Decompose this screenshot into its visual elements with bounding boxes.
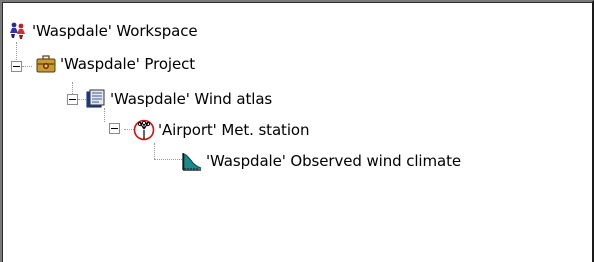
workspace-tree[interactable]: 'Waspdale' Workspace 'Waspdale' Project … <box>0 0 594 262</box>
observed-wind-climate-icon <box>182 151 202 171</box>
collapse-toggle[interactable] <box>109 123 120 134</box>
tree-node-wind-atlas[interactable]: 'Waspdale' Wind atlas <box>86 88 274 110</box>
met-station-icon <box>133 119 155 141</box>
project-icon <box>36 54 56 74</box>
tree-connector <box>78 99 86 100</box>
tree-node-project[interactable]: 'Waspdale' Project <box>36 53 197 75</box>
collapse-toggle[interactable] <box>11 61 22 72</box>
tree-connector <box>104 108 105 122</box>
tree-node-label: 'Waspdale' Workspace <box>32 22 198 40</box>
tree-node-observed-wind-climate[interactable]: 'Waspdale' Observed wind climate <box>182 150 463 172</box>
tree-connector <box>22 66 32 67</box>
tree-connector <box>72 82 73 94</box>
tree-node-met-station[interactable]: 'Airport' Met. station <box>133 119 311 141</box>
tree-node-label: 'Airport' Met. station <box>158 121 310 139</box>
tree-connector <box>154 159 182 160</box>
wind-atlas-icon <box>86 89 106 109</box>
tree-node-label: 'Waspdale' Project <box>60 55 196 73</box>
tree-node-label: 'Waspdale' Observed wind climate <box>206 152 461 170</box>
tree-connector <box>154 143 155 159</box>
workspace-icon <box>8 21 28 41</box>
tree-node-label: 'Waspdale' Wind atlas <box>110 90 273 108</box>
collapse-toggle[interactable] <box>67 94 78 105</box>
tree-node-workspace[interactable]: 'Waspdale' Workspace <box>8 20 200 42</box>
